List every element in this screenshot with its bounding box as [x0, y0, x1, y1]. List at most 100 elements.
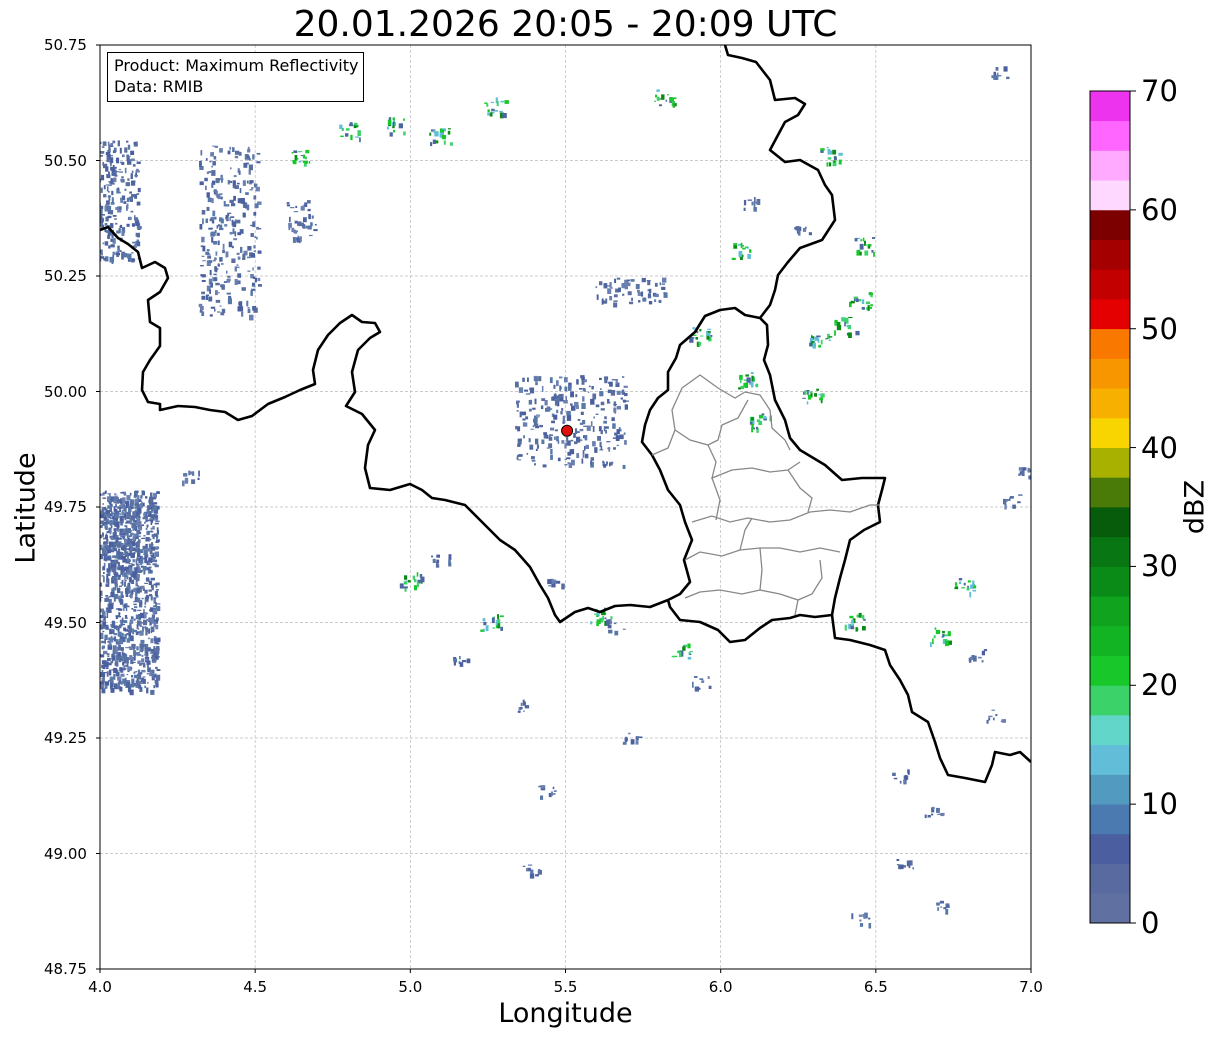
echo-pixel — [131, 503, 134, 508]
echo-pixel — [844, 624, 847, 631]
echo-pixel — [972, 580, 975, 587]
colorbar-segment — [1090, 685, 1130, 716]
echo-pixel — [114, 559, 119, 564]
echo-pixel — [205, 185, 207, 191]
echo-pixel — [515, 381, 519, 388]
echo-pixel — [103, 562, 106, 568]
echo-pixel — [531, 456, 535, 460]
echo-pixel — [313, 229, 318, 232]
echo-pixel — [200, 245, 204, 248]
echo-pixel — [200, 150, 203, 156]
echo-pixel — [232, 147, 235, 152]
echo-pixel — [404, 575, 408, 580]
echo-pixel — [106, 531, 110, 534]
echo-pixel — [152, 652, 158, 655]
echo-pixel — [183, 473, 188, 477]
echo-pixel — [969, 659, 972, 663]
echo-pixel — [862, 913, 866, 917]
echo-pixel — [133, 650, 137, 656]
echo-pixel — [100, 256, 104, 259]
echo-pixel — [535, 874, 539, 877]
echo-pixel — [607, 625, 612, 629]
echo-pixel — [527, 377, 529, 382]
echo-pixel — [483, 621, 487, 626]
echo-pixel — [226, 270, 228, 274]
echo-pixel — [220, 174, 223, 179]
echo-pixel — [131, 258, 136, 262]
echo-pixel — [753, 201, 756, 207]
echo-pixel — [154, 559, 158, 563]
echo-pixel — [612, 423, 616, 429]
echo-pixel — [121, 579, 124, 586]
echo-pixel — [114, 513, 117, 519]
echo-pixel — [794, 227, 797, 230]
echo-pixel — [616, 429, 620, 435]
echo-pixel — [242, 180, 246, 186]
echo-pixel — [932, 638, 934, 645]
echo-pixel — [522, 418, 526, 421]
echo-pixel — [151, 659, 156, 662]
echo-pixel — [148, 557, 153, 563]
echo-pixel — [214, 257, 217, 261]
echo-pixel — [101, 687, 103, 690]
echo-pixel — [552, 786, 555, 790]
echo-pixel — [137, 187, 141, 193]
echo-pixel — [152, 608, 157, 613]
echo-pixel — [136, 587, 140, 594]
echo-pixel — [133, 662, 136, 663]
echo-pixel — [133, 567, 136, 572]
echo-pixel — [809, 342, 812, 347]
echo-pixel — [102, 549, 105, 553]
echo-pixel — [109, 678, 114, 681]
echo-pixel — [613, 404, 617, 406]
echo-pixel — [745, 374, 749, 377]
echo-pixel — [121, 567, 124, 573]
echo-pixel — [574, 428, 578, 434]
echo-pixel — [570, 403, 573, 406]
echo-pixel — [117, 506, 122, 509]
echo-pixel — [209, 160, 212, 163]
echo-pixel — [142, 517, 145, 520]
echo-pixel — [622, 628, 626, 630]
echo-pixel — [231, 258, 236, 263]
echo-pixel — [515, 425, 518, 430]
echo-pixel — [140, 639, 145, 644]
echo-pixel — [110, 682, 114, 688]
echo-pixel — [127, 160, 132, 165]
echo-pixel — [294, 231, 298, 234]
echo-pixel — [692, 681, 694, 688]
echo-pixel — [210, 152, 214, 157]
echo-pixel — [120, 516, 123, 521]
echo-pixel — [820, 148, 825, 151]
echo-pixel — [520, 702, 523, 707]
echo-pixel — [604, 377, 608, 384]
echo-pixel — [120, 197, 122, 201]
colorbar-segment — [1090, 715, 1130, 746]
echo-pixel — [142, 644, 146, 647]
echo-pixel — [255, 186, 260, 192]
echo-pixel — [145, 527, 148, 530]
echo-pixel — [996, 72, 999, 78]
echo-pixel — [136, 529, 140, 535]
echo-pixel — [149, 609, 153, 611]
echo-pixel — [217, 240, 220, 246]
echo-pixel — [120, 647, 124, 651]
echo-pixel — [517, 710, 521, 713]
echo-pixel — [258, 284, 262, 287]
echo-pixel — [105, 595, 109, 597]
echo-pixel — [215, 282, 220, 286]
echo-pixel — [209, 314, 213, 317]
echo-pixel — [534, 415, 537, 419]
echo-pixel — [414, 579, 417, 583]
echo-pixel — [107, 215, 112, 219]
echo-pixel — [581, 458, 584, 464]
echo-pixel — [995, 714, 998, 717]
echo-pixel — [142, 676, 146, 678]
echo-pixel — [350, 134, 353, 141]
echo-pixel — [151, 584, 154, 591]
y-tick-label: 48.75 — [44, 960, 87, 978]
echo-pixel — [436, 554, 440, 558]
echo-pixel — [116, 522, 120, 528]
echo-pixel — [539, 424, 543, 428]
echo-pixel — [131, 223, 136, 227]
